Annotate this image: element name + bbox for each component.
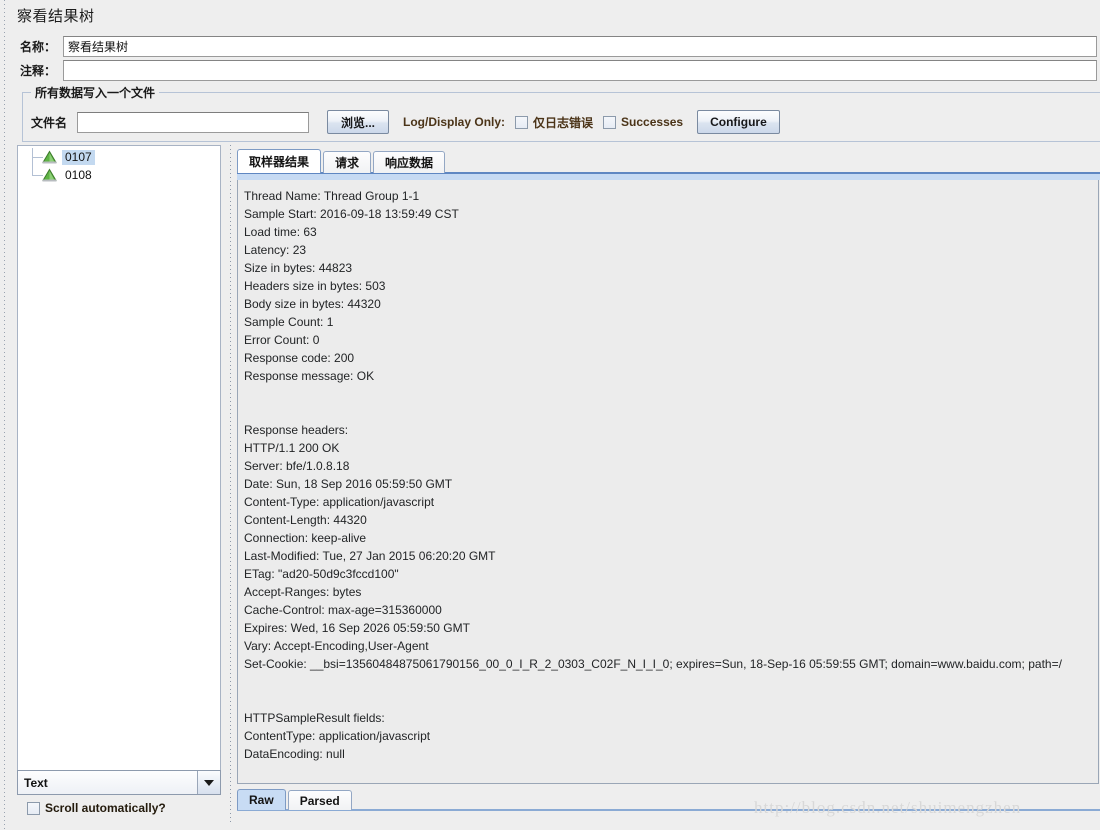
log-display-only-label: Log/Display Only:: [403, 115, 506, 129]
chevron-down-icon[interactable]: [197, 771, 220, 794]
tab-raw[interactable]: Raw: [237, 789, 286, 810]
comment-field-row: 注释：: [17, 60, 1100, 81]
result-line: Response message: OK: [244, 369, 375, 383]
render-format-select[interactable]: Text: [17, 770, 221, 795]
errors-only-label: 仅日志错误: [533, 115, 594, 130]
write-all-data-to-file-group: 所有数据写入一个文件 文件名 浏览... Log/Display Only: 仅…: [22, 84, 1100, 142]
comment-label: 注释：: [20, 64, 57, 78]
green-triangle-icon: [42, 150, 57, 164]
result-line: ETag: "ad20-50d9c3fccd100": [244, 567, 399, 581]
main-panel: 察看结果树 名称： 察看结果树 注释： 所有数据写入一个文件 文件名 浏览...…: [9, 0, 1100, 830]
result-line: Headers size in bytes: 503: [244, 279, 386, 293]
result-line: Set-Cookie: __bsi=13560484875061790156_0…: [244, 657, 1062, 671]
result-line: Body size in bytes: 44320: [244, 297, 381, 311]
group-legend: 所有数据写入一个文件: [31, 84, 160, 101]
errors-only-checkbox[interactable]: 仅日志错误: [515, 114, 593, 131]
name-label: 名称：: [20, 40, 57, 54]
result-line: Connection: keep-alive: [244, 531, 367, 545]
result-line: HTTP/1.1 200 OK: [244, 441, 340, 455]
filename-label: 文件名: [31, 115, 68, 130]
result-line: [244, 673, 1098, 691]
name-input[interactable]: 察看结果树: [63, 36, 1097, 57]
tab-parsed[interactable]: Parsed: [287, 790, 352, 810]
watermark-text: http://blog.csdn.net/shuimengzhen: [754, 798, 1022, 817]
result-line: ContentType: application/javascript: [244, 729, 431, 743]
result-line: HTTPSampleResult fields:: [244, 711, 385, 725]
result-line: DataEncoding: null: [244, 747, 345, 761]
result-line: Expires: Wed, 16 Sep 2026 05:59:50 GMT: [244, 621, 470, 635]
result-line: Load time: 63: [244, 225, 317, 239]
result-line: Accept-Ranges: bytes: [244, 585, 362, 599]
page-title: 察看结果树: [17, 8, 95, 25]
result-line: Server: bfe/1.0.8.18: [244, 459, 350, 473]
checkbox-box-icon: [603, 115, 617, 129]
comment-input[interactable]: [63, 60, 1097, 81]
tab-response-data[interactable]: 响应数据: [373, 151, 446, 173]
result-line: Error Count: 0: [244, 333, 320, 347]
result-line: Content-Type: application/javascript: [244, 495, 435, 509]
result-detail-pane: 取样器结果 请求 响应数据 Thread Name: Thread Group …: [237, 145, 1100, 823]
result-line: Last-Modified: Tue, 27 Jan 2015 06:20:20…: [244, 549, 496, 563]
result-line: Thread Name: Thread Group 1-1: [244, 189, 420, 203]
result-line: Date: Sun, 18 Sep 2016 05:59:50 GMT: [244, 477, 453, 491]
sampler-result-content[interactable]: Thread Name: Thread Group 1-1 Sample Star…: [237, 180, 1099, 784]
result-line: Size in bytes: 44823: [244, 261, 353, 275]
scroll-automatically-checkbox[interactable]: Scroll automatically?: [27, 801, 166, 815]
tree-item-0107[interactable]: 0107: [18, 148, 220, 166]
filename-input[interactable]: [77, 111, 310, 133]
scroll-automatically-label: Scroll automatically?: [45, 801, 166, 815]
result-line: Vary: Accept-Encoding,User-Agent: [244, 639, 429, 653]
successes-checkbox[interactable]: Successes: [603, 115, 683, 129]
configure-button[interactable]: Configure: [697, 110, 780, 134]
result-line: Response headers:: [244, 423, 349, 437]
sampler-result-lines: Thread Name: Thread Group 1-1 Sample Star…: [238, 180, 1098, 763]
result-line: Sample Start: 2016-09-18 13:59:49 CST: [244, 207, 459, 221]
tab-sampler-result[interactable]: 取样器结果: [237, 149, 322, 173]
checkbox-box-icon: [515, 115, 529, 129]
green-triangle-icon: [42, 168, 57, 182]
successes-label: Successes: [621, 115, 684, 129]
render-format-value: Text: [24, 775, 48, 790]
raw-parsed-tabs: Raw Parsed: [237, 788, 354, 810]
result-line: [244, 403, 1098, 421]
tab-request[interactable]: 请求: [323, 151, 372, 173]
results-tree[interactable]: 0107 0108: [17, 145, 221, 774]
result-line: Response code: 200: [244, 351, 355, 365]
result-line: [244, 385, 1098, 403]
checkbox-box-icon: [27, 801, 40, 815]
browse-button[interactable]: 浏览...: [327, 110, 390, 134]
result-line: Content-Length: 44320: [244, 513, 367, 527]
name-field-row: 名称： 察看结果树: [17, 36, 1100, 57]
tree-item-0108[interactable]: 0108: [18, 157, 220, 184]
jmeter-view-results-tree-window: 察看结果树 名称： 察看结果树 注释： 所有数据写入一个文件 文件名 浏览...…: [0, 0, 1100, 830]
results-split-pane: 0107 0108 Text Scroll automatically? 取样器…: [17, 145, 1100, 823]
tree-item-label: 0107: [62, 149, 95, 165]
result-line: [244, 691, 1098, 709]
result-tabs: 取样器结果 请求 响应数据: [237, 149, 447, 173]
result-line: Cache-Control: max-age=315360000: [244, 603, 442, 617]
result-line: Latency: 23: [244, 243, 307, 257]
result-line: Sample Count: 1: [244, 315, 334, 329]
tree-item-label: 0108: [65, 167, 92, 182]
